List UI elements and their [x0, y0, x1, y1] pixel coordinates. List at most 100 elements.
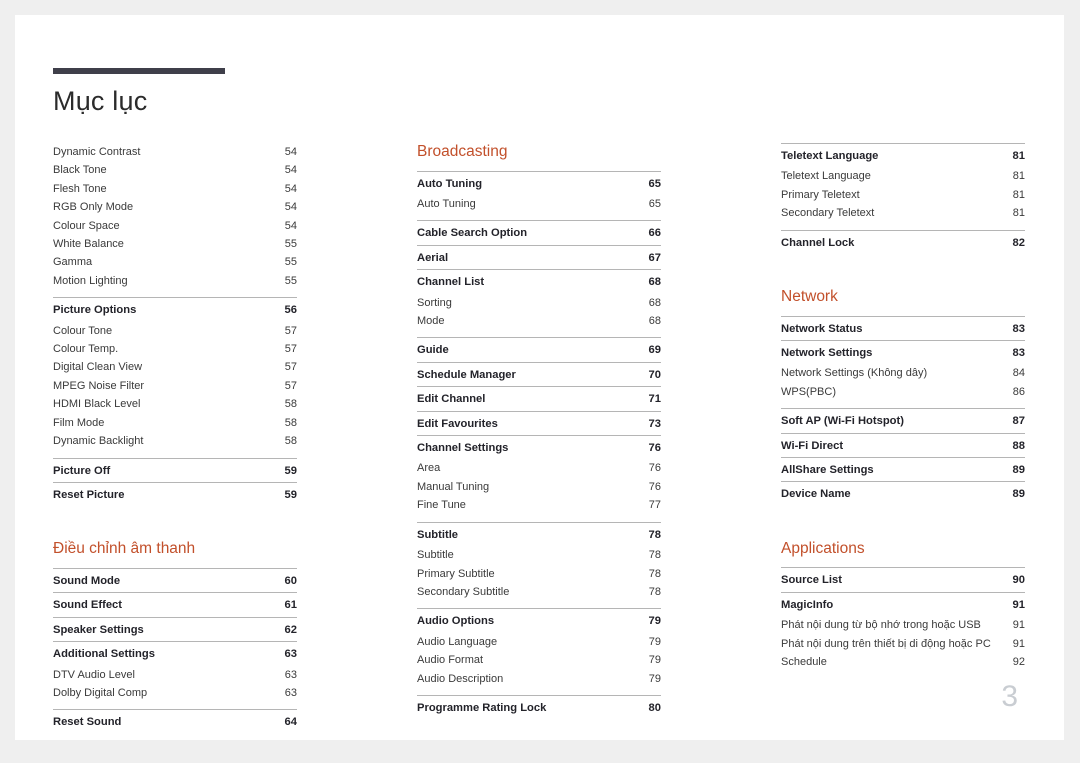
toc-entry-label: Soft AP (Wi-Fi Hotspot)	[781, 415, 904, 428]
toc-entry-label: Audio Options	[417, 615, 495, 628]
toc-entry-minor[interactable]: Subtitle 78	[417, 546, 661, 564]
toc-entry-major[interactable]: Aerial 67	[417, 246, 661, 269]
toc-entry-major[interactable]: Subtitle 78	[417, 523, 661, 546]
toc-entry-minor[interactable]: White Balance 55	[53, 235, 297, 253]
toc-entry-major[interactable]: Audio Options 79	[417, 609, 661, 632]
toc-entry-minor[interactable]: Motion Lighting 55	[53, 272, 297, 290]
toc-group: Device Name 89	[781, 481, 1025, 505]
toc-group: Sound Mode 60	[53, 567, 297, 592]
toc-entry-label: Phát nội dung từ bộ nhớ trong hoặc USB	[781, 619, 981, 632]
toc-entry-minor[interactable]: HDMI Black Level 58	[53, 395, 297, 413]
toc-entry-major[interactable]: Schedule Manager 70	[417, 363, 661, 386]
toc-entry-major[interactable]: Device Name 89	[781, 482, 1025, 505]
toc-entry-minor[interactable]: Mode 68	[417, 312, 661, 330]
toc-entry-page: 54	[284, 164, 297, 177]
toc-entry-major[interactable]: Edit Favourites 73	[417, 412, 661, 435]
toc-entry-page: 55	[284, 256, 297, 269]
toc-entry-major[interactable]: Soft AP (Wi-Fi Hotspot) 87	[781, 409, 1025, 432]
toc-entry-page: 91	[1012, 619, 1025, 632]
toc-entry-major[interactable]: Picture Off 59	[53, 459, 297, 482]
toc-entry-major[interactable]: Guide 69	[417, 338, 661, 361]
toc-entry-label: Primary Subtitle	[417, 567, 495, 580]
toc-entry-page: 59	[284, 464, 297, 477]
toc-group: Programme Rating Lock 80	[417, 694, 661, 719]
toc-entry-major[interactable]: Teletext Language 81	[781, 144, 1025, 167]
toc-entry-minor[interactable]: Phát nội dung từ bộ nhớ trong hoặc USB 91	[781, 616, 1025, 634]
toc-entry-major[interactable]: Auto Tuning 65	[417, 172, 661, 195]
toc-group: Aerial 67	[417, 244, 661, 269]
toc-entry-minor[interactable]: Secondary Subtitle 78	[417, 583, 661, 601]
toc-entry-major[interactable]: Picture Options 56	[53, 298, 297, 321]
toc-entry-major[interactable]: Channel List 68	[417, 270, 661, 293]
toc-entry-major[interactable]: Speaker Settings 62	[53, 618, 297, 641]
toc-entry-minor[interactable]: Auto Tuning 65	[417, 195, 661, 213]
toc-entry-major[interactable]: Edit Channel 71	[417, 387, 661, 410]
toc-entry-major[interactable]: Source List 90	[781, 568, 1025, 591]
toc-entry-major[interactable]: Cable Search Option 66	[417, 221, 661, 244]
toc-entry-major[interactable]: Network Settings 83	[781, 341, 1025, 364]
toc-entry-major[interactable]: Additional Settings 63	[53, 642, 297, 665]
toc-entry-minor[interactable]: Secondary Teletext 81	[781, 204, 1025, 222]
toc-entry-minor[interactable]: Dolby Digital Comp 63	[53, 684, 297, 702]
toc-entry-label: Digital Clean View	[53, 361, 143, 374]
toc-entry-minor[interactable]: Dynamic Backlight 58	[53, 432, 297, 450]
toc-entry-label: Teletext Language	[781, 170, 871, 183]
toc-entry-minor[interactable]: Audio Description 79	[417, 670, 661, 688]
toc-entry-minor[interactable]: Gamma 55	[53, 253, 297, 271]
toc-entry-label: Film Mode	[53, 416, 105, 429]
toc-entry-minor[interactable]: Fine Tune 77	[417, 496, 661, 514]
toc-entry-major[interactable]: Reset Sound 64	[53, 710, 297, 733]
toc-entry-major[interactable]: Sound Mode 60	[53, 569, 297, 592]
page-number: 3	[1001, 680, 1018, 713]
toc-entry-minor[interactable]: RGB Only Mode 54	[53, 198, 297, 216]
toc-columns: Dynamic Contrast 54 Black Tone 54 Flesh Tone…	[15, 15, 1064, 740]
toc-entry-page: 69	[648, 344, 661, 357]
toc-entry-page: 83	[1012, 347, 1025, 360]
toc-entry-page: 79	[648, 635, 661, 648]
toc-entry-major[interactable]: AllShare Settings 89	[781, 458, 1025, 481]
toc-entry-label: Teletext Language	[781, 150, 879, 162]
toc-entry-minor[interactable]: WPS(PBC) 86	[781, 383, 1025, 401]
toc-entry-minor[interactable]: Schedule 92	[781, 653, 1025, 671]
toc-entry-label: Dynamic Backlight	[53, 435, 144, 448]
toc-entry-minor[interactable]: Digital Clean View 57	[53, 358, 297, 376]
toc-entry-major[interactable]: MagicInfo 91	[781, 593, 1025, 616]
toc-entry-page: 54	[284, 182, 297, 195]
toc-entry-minor[interactable]: Flesh Tone 54	[53, 180, 297, 198]
toc-entry-major[interactable]: Channel Lock 82	[781, 231, 1025, 254]
toc-entry-label: Cable Search Option	[417, 227, 528, 240]
toc-entry-minor[interactable]: Black Tone 54	[53, 161, 297, 179]
toc-entry-page: 89	[1012, 464, 1025, 477]
toc-entry-minor[interactable]: Area 76	[417, 459, 661, 477]
toc-entry-minor[interactable]: Primary Subtitle 78	[417, 565, 661, 583]
toc-entry-minor[interactable]: MPEG Noise Filter 57	[53, 377, 297, 395]
toc-entry-major[interactable]: Reset Picture 59	[53, 483, 297, 506]
toc-entry-minor[interactable]: Sorting 68	[417, 294, 661, 312]
toc-entry-page: 79	[648, 615, 661, 628]
toc-entry-minor[interactable]: Film Mode 58	[53, 414, 297, 432]
toc-entry-minor[interactable]: Dynamic Contrast 54	[53, 143, 297, 161]
toc-entry-label: Colour Temp.	[53, 343, 119, 356]
toc-entry-major[interactable]: Programme Rating Lock 80	[417, 696, 661, 719]
toc-entry-page: 76	[648, 442, 661, 455]
toc-entry-minor[interactable]: Primary Teletext 81	[781, 186, 1025, 204]
toc-entry-minor[interactable]: Manual Tuning 76	[417, 478, 661, 496]
toc-entry-page: 55	[284, 238, 297, 251]
toc-entry-minor[interactable]: Teletext Language 81	[781, 167, 1025, 185]
toc-entry-minor[interactable]: Colour Space 54	[53, 217, 297, 235]
toc-entry-label: WPS(PBC)	[781, 385, 836, 398]
toc-entry-minor[interactable]: Colour Tone 57	[53, 322, 297, 340]
toc-entry-minor[interactable]: Audio Language 79	[417, 633, 661, 651]
toc-entry-major[interactable]: Wi-Fi Direct 88	[781, 434, 1025, 457]
toc-entry-major[interactable]: Sound Effect 61	[53, 593, 297, 616]
toc-entry-major[interactable]: Channel Settings 76	[417, 436, 661, 459]
toc-entry-label: Auto Tuning	[417, 198, 476, 210]
toc-entry-minor[interactable]: Network Settings (Không dây) 84	[781, 364, 1025, 382]
toc-entry-minor[interactable]: Colour Temp. 57	[53, 340, 297, 358]
toc-entry-minor[interactable]: Audio Format 79	[417, 651, 661, 669]
toc-entry-page: 78	[648, 549, 661, 562]
toc-entry-minor[interactable]: Phát nội dung trên thiết bị di động hoặc…	[781, 635, 1025, 653]
toc-entry-page: 63	[284, 686, 297, 699]
toc-entry-minor[interactable]: DTV Audio Level 63	[53, 666, 297, 684]
toc-entry-major[interactable]: Network Status 83	[781, 317, 1025, 340]
